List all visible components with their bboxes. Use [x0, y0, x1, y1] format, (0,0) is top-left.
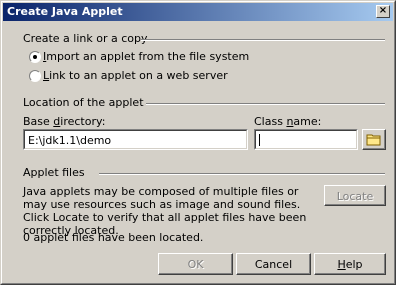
close-button[interactable]: ×	[376, 5, 390, 18]
link-section-label: Create a link or a copy	[23, 32, 148, 45]
close-icon: ×	[378, 5, 388, 16]
title-bar[interactable]: Create Java Applet ×	[3, 3, 393, 21]
ok-button[interactable]: OK	[158, 253, 233, 275]
location-section-label: Location of the applet	[23, 96, 144, 109]
class-name-label: Class name:	[254, 115, 322, 128]
radio-selected-dot	[33, 55, 37, 59]
cancel-button[interactable]: Cancel	[236, 253, 311, 275]
window-title: Create Java Applet	[7, 5, 123, 18]
location-section-divider	[146, 103, 385, 105]
locate-button-label: Locate	[336, 190, 374, 203]
applet-files-status: 0 applet files have been located.	[23, 231, 204, 244]
applet-files-description: Java applets may be composed of multiple…	[23, 185, 307, 237]
radio-button-import[interactable]	[29, 51, 41, 63]
text-caret	[259, 134, 260, 146]
link-section-divider	[141, 39, 385, 41]
applet-files-section-divider	[99, 173, 385, 175]
help-button[interactable]: Help	[314, 253, 386, 275]
applet-files-section-label: Applet files	[23, 166, 85, 179]
cancel-button-label: Cancel	[254, 258, 293, 271]
radio-import-label: Import an applet from the file system	[43, 50, 250, 63]
base-directory-label: Base directory:	[23, 115, 106, 128]
locate-button[interactable]: Locate	[324, 185, 386, 206]
class-name-value	[255, 130, 357, 149]
base-directory-input[interactable]: E:\jdk1.1\demo	[23, 129, 248, 150]
radio-link-label: Link to an applet on a web server	[43, 69, 228, 82]
create-java-applet-dialog: Create Java Applet × Create a link or a …	[0, 0, 396, 285]
help-button-label: Help	[337, 258, 363, 271]
folder-icon	[366, 134, 381, 146]
class-name-input[interactable]	[254, 129, 358, 150]
ok-button-label: OK	[187, 258, 204, 271]
base-directory-value: E:\jdk1.1\demo	[24, 130, 247, 149]
radio-button-link[interactable]	[29, 70, 41, 82]
browse-folder-button[interactable]	[362, 129, 386, 150]
